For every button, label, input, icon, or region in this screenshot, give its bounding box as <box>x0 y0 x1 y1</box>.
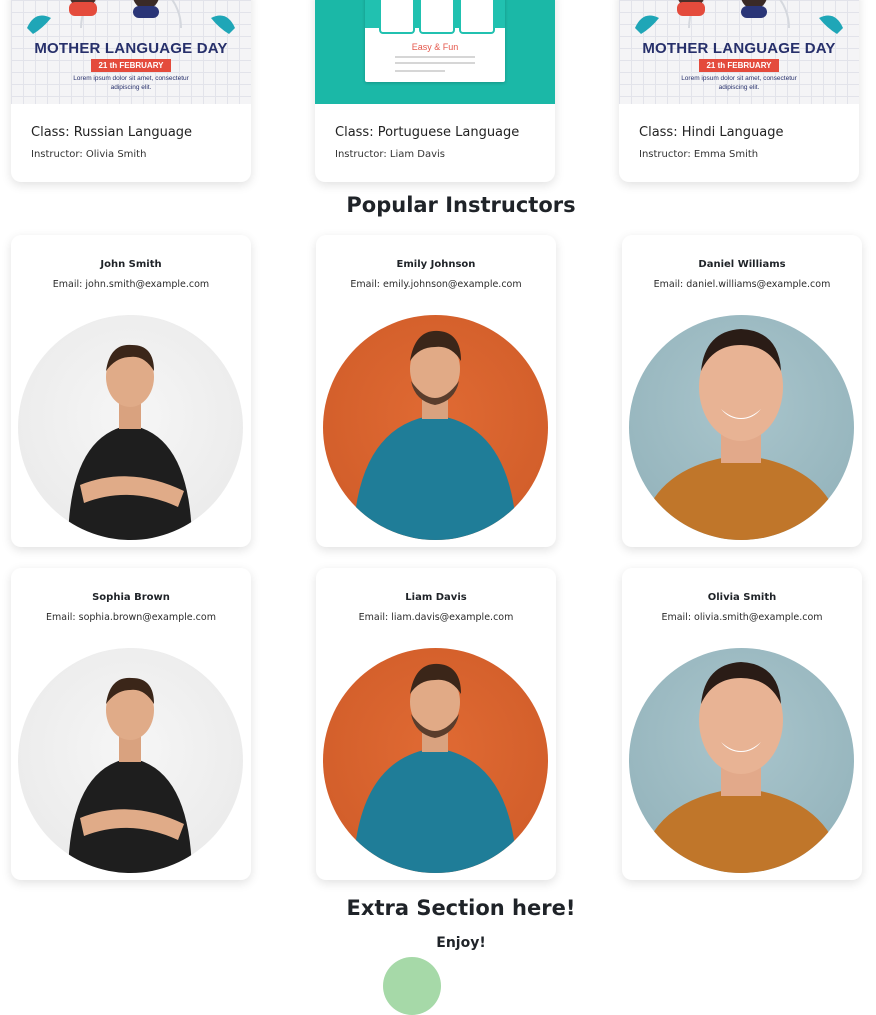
poster-heading: MOTHER LANGUAGE DAY <box>34 40 228 57</box>
instructor-photo <box>629 648 854 873</box>
instructor-email: Email: emily.johnson@example.com <box>350 279 522 290</box>
instructor-name: Sophia Brown <box>92 592 170 603</box>
class-title: Class: Portuguese Language <box>335 125 520 140</box>
instructor-card[interactable]: Emily Johnson Email: emily.johnson@examp… <box>316 235 556 547</box>
instructor-photo <box>18 315 243 540</box>
class-instructor: Instructor: Liam Davis <box>335 149 446 160</box>
instructor-card[interactable]: Daniel Williams Email: daniel.williams@e… <box>622 235 862 547</box>
instructor-photo <box>629 315 854 540</box>
class-instructor: Instructor: Emma Smith <box>639 149 759 160</box>
instructor-name: Olivia Smith <box>707 592 777 603</box>
poster-heading: MOTHER LANGUAGE DAY <box>642 40 836 57</box>
poster-date: 21 th FEBRUARY <box>699 59 779 72</box>
instructor-photo <box>323 315 548 540</box>
instructor-photo <box>323 648 548 873</box>
instructor-email: Email: sophia.brown@example.com <box>46 612 216 623</box>
class-poster-image: MOTHER LANGUAGE DAY 21 th FEBRUARY Lorem… <box>619 0 859 104</box>
flyer-tagline: Easy & Fun <box>411 42 459 52</box>
section-title-popular-instructors: Popular Instructors <box>346 193 576 217</box>
instructor-card[interactable]: Liam Davis Email: liam.davis@example.com <box>316 568 556 880</box>
class-title: Class: Russian Language <box>31 125 193 140</box>
instructor-name: Liam Davis <box>405 592 467 603</box>
instructor-email: Email: olivia.smith@example.com <box>661 612 823 623</box>
poster-text: Lorem ipsum dolor sit amet, consectetur … <box>73 75 189 91</box>
instructor-name: Daniel Williams <box>698 259 786 270</box>
class-title: Class: Hindi Language <box>639 125 784 140</box>
instructor-email: Email: john.smith@example.com <box>52 279 210 290</box>
section-title-extra: Extra Section here! <box>346 896 576 920</box>
instructor-card[interactable]: Sophia Brown Email: sophia.brown@example… <box>11 568 251 880</box>
instructor-card[interactable]: John Smith Email: john.smith@example.com <box>11 235 251 547</box>
class-card-russian[interactable]: MOTHER LANGUAGE DAY 21 th FEBRUARY Lorem… <box>11 0 251 182</box>
poster-date: 21 th FEBRUARY <box>91 59 171 72</box>
instructor-email: Email: daniel.williams@example.com <box>653 279 831 290</box>
class-poster-image: MOTHER LANGUAGE DAY 21 th FEBRUARY Lorem… <box>11 0 251 104</box>
instructor-name: Emily Johnson <box>396 259 476 270</box>
instructor-email: Email: liam.davis@example.com <box>358 612 514 623</box>
poster-text: Lorem ipsum dolor sit amet, consectetur … <box>681 75 797 91</box>
instructor-name: John Smith <box>100 259 162 270</box>
class-poster-image: Easy & Fun <box>315 0 555 104</box>
extra-section-subtitle: Enjoy! <box>436 935 486 951</box>
flyer-graphic: Easy & Fun <box>365 0 505 82</box>
class-card-hindi[interactable]: MOTHER LANGUAGE DAY 21 th FEBRUARY Lorem… <box>619 0 859 182</box>
instructor-card[interactable]: Olivia Smith Email: olivia.smith@example… <box>622 568 862 880</box>
instructor-photo <box>18 648 243 873</box>
class-card-portuguese[interactable]: Easy & Fun Class: Portuguese Language In… <box>315 0 555 182</box>
class-instructor: Instructor: Olivia Smith <box>31 149 147 160</box>
